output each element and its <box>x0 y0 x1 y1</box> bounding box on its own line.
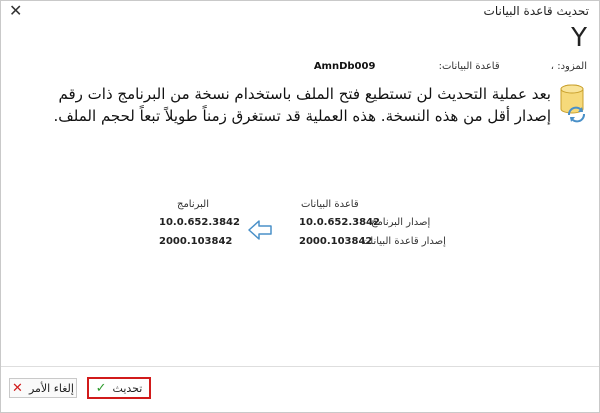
program-db-version: 2000.103842 <box>159 236 233 247</box>
footer-divider <box>1 366 599 367</box>
close-icon[interactable]: ✕ <box>9 1 22 21</box>
database-name: AmnDb009 <box>313 61 376 72</box>
program-column-header: البرنامج <box>177 199 210 210</box>
database-sync-icon <box>560 84 585 123</box>
arrow-left-icon <box>248 220 272 240</box>
database-column-header: قاعدة البيانات <box>301 199 359 210</box>
warning-message: بعد عملية التحديث لن تستطيع فتح الملف با… <box>53 85 552 125</box>
check-icon: ✓ <box>95 380 107 396</box>
update-button[interactable]: تحديث ✓ <box>87 377 151 399</box>
database-program-version: 10.0.652.3842 <box>299 217 380 228</box>
dialog-window: تحديث قاعدة البيانات ✕ Y المزود: ، قاعدة… <box>0 0 600 413</box>
title-bar: تحديث قاعدة البيانات ✕ <box>1 1 599 23</box>
page-title: Y <box>571 23 587 53</box>
database-version-label: إصدار قاعدة البيانات <box>361 236 446 247</box>
provider-info: المزود: ، قاعدة البيانات: AmnDb009 <box>314 61 587 72</box>
provider-label: المزود: <box>557 61 587 72</box>
cancel-button[interactable]: إلغاء الأمر ✕ <box>9 378 77 398</box>
cross-icon: ✕ <box>12 380 23 396</box>
program-version-label: إصدار البرنامج <box>371 217 431 228</box>
program-program-version: 10.0.652.3842 <box>159 217 240 228</box>
update-label: تحديث <box>112 381 143 395</box>
window-title: تحديث قاعدة البيانات <box>483 4 589 18</box>
provider-value: ، <box>550 61 555 72</box>
database-label: قاعدة البيانات: <box>438 61 500 72</box>
cancel-label: إلغاء الأمر <box>28 381 74 395</box>
